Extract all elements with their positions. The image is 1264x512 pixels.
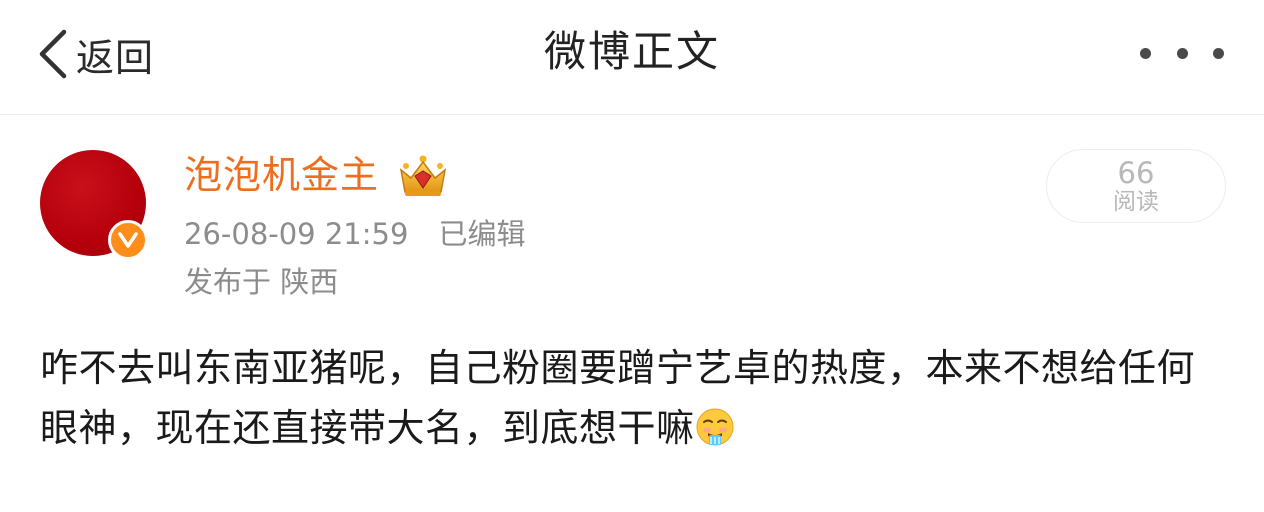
post-text: 咋不去叫东南亚猪呢，自己粉圈要蹭宁艺卓的热度，本来不想给任何眼神，现在还直接带大… xyxy=(40,346,1196,450)
post-timestamp: 26-08-09 21:59 xyxy=(184,217,409,251)
author-name[interactable]: 泡泡机金主 xyxy=(184,150,379,200)
page-title: 微博正文 xyxy=(543,27,720,76)
read-count: 66 xyxy=(1117,156,1155,190)
post-meta: 26-08-09 21:59 已编辑 xyxy=(184,214,525,254)
more-dots-icon xyxy=(1140,47,1151,59)
more-options-button[interactable] xyxy=(1140,40,1224,66)
post-content: 咋不去叫东南亚猪呢，自己粉圈要蹭宁艺卓的热度，本来不想给任何眼神，现在还直接带大… xyxy=(40,338,1230,458)
top-navigation-bar: 返回 微博正文 xyxy=(0,0,1264,115)
verified-badge-icon xyxy=(108,220,148,260)
post-location: 发布于 陕西 xyxy=(184,265,339,299)
edited-label[interactable]: 已编辑 xyxy=(438,217,525,251)
read-label: 阅读 xyxy=(1113,189,1159,215)
more-dots-icon xyxy=(1213,47,1224,59)
read-count-badge[interactable]: 66 阅读 xyxy=(1046,149,1226,223)
more-dots-icon xyxy=(1176,47,1188,59)
crown-badge-icon xyxy=(399,155,447,196)
drooling-face-emoji xyxy=(696,408,734,446)
